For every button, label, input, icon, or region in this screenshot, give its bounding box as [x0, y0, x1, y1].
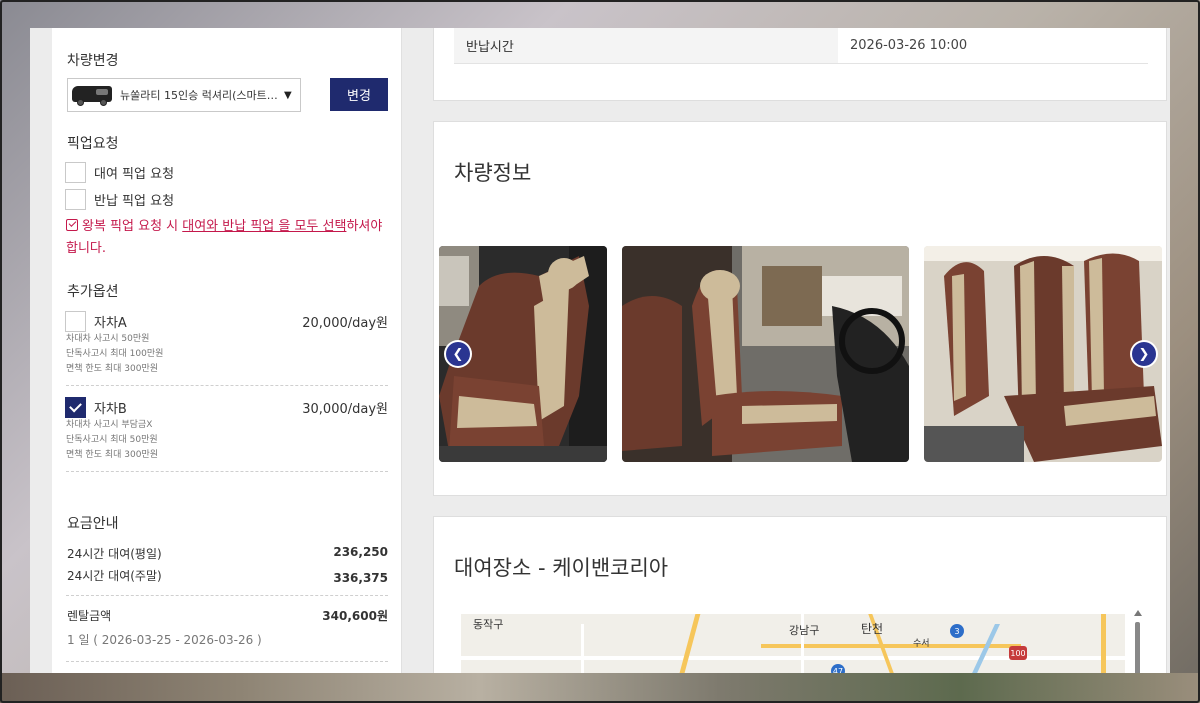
- reservation-page: 차량변경 뉴쏠라티 15인승 럭셔리(스마트… ▼ 변경 픽업요청 대여 픽업 …: [30, 28, 1170, 673]
- divider: [66, 385, 388, 386]
- carousel-prev-button[interactable]: ❮: [446, 342, 470, 366]
- divider: [66, 471, 388, 472]
- option-name: 자차A: [94, 316, 127, 331]
- fee-value: 236,250: [333, 545, 388, 559]
- map-label: 강남구: [789, 624, 820, 637]
- highway-badge: 47: [831, 664, 845, 673]
- pickup-title: 픽업요청: [67, 136, 119, 152]
- divider: [66, 661, 388, 662]
- fee-row: 24시간 대여(주말) 336,375: [67, 567, 388, 587]
- return-time-label: 반납시간: [454, 28, 838, 63]
- pickup-return-checkbox[interactable]: [65, 189, 86, 210]
- rental-period: 1 일 ( 2026-03-25 - 2026-03-26 ): [67, 633, 262, 647]
- location-title: 대여장소 - 케이밴코리아: [454, 556, 669, 580]
- vehicle-select-value: 뉴쏠라티 15인승 럭셔리(스마트…: [120, 89, 278, 102]
- option-price: 20,000/day원: [302, 316, 388, 331]
- pickup-rent-checkbox[interactable]: [65, 162, 86, 183]
- highway-badge: 3: [950, 624, 964, 638]
- fee-label: 24시간 대여(주말): [67, 569, 162, 583]
- option-name: 자차B: [94, 402, 127, 417]
- chevron-left-icon: ❮: [452, 346, 464, 362]
- map-scrollbar[interactable]: [1134, 610, 1142, 673]
- option-item: 자차B 30,000/day원 차대차 사고시 부담금X 단독사고시 최대 50…: [65, 397, 388, 463]
- option-desc-line: 차대차 사고시 50만원: [66, 334, 150, 344]
- vehicle-info-title: 차량정보: [454, 161, 532, 185]
- pickup-return-option[interactable]: 반납 픽업 요청: [65, 189, 174, 210]
- fee-label: 24시간 대여(평일): [67, 547, 162, 561]
- seat-photo-3: [924, 246, 1162, 462]
- map-label: 탄천: [861, 622, 884, 636]
- return-time-row: 반납시간 2026-03-26 10:00: [454, 28, 1148, 64]
- vehicle-change-title: 차량변경: [67, 53, 119, 69]
- extra-options-title: 추가옵션: [67, 284, 119, 300]
- option-checkbox[interactable]: [65, 397, 86, 418]
- map-label: 동작구: [473, 618, 504, 631]
- notice-emphasis: 대여와 반납 픽업 을 모두 선택: [182, 219, 347, 234]
- vehicle-photo[interactable]: [622, 246, 909, 462]
- chevron-right-icon: ❯: [1138, 346, 1150, 362]
- vehicle-photo[interactable]: [924, 246, 1162, 462]
- pickup-rent-option[interactable]: 대여 픽업 요청: [65, 162, 174, 183]
- caret-down-icon: ▼: [284, 89, 292, 101]
- option-desc-line: 단독사고시 최대 100만원: [66, 349, 164, 359]
- change-vehicle-button[interactable]: 변경: [330, 78, 388, 111]
- option-desc-line: 면책 한도 최대 300만원: [66, 364, 159, 374]
- round-trip-notice: 왕복 픽업 요청 시 대여와 반납 픽업 을 모두 선택하셔야 합니다.: [66, 219, 383, 256]
- map-label: 수서: [913, 639, 930, 649]
- seat-photo-2: [622, 246, 909, 462]
- option-desc-line: 면책 한도 최대 300만원: [66, 450, 159, 460]
- option-desc-line: 차대차 사고시 부담금X: [66, 420, 153, 430]
- option-desc-line: 단독사고시 최대 50만원: [66, 435, 158, 445]
- van-icon: [72, 84, 112, 106]
- rental-schedule-card: 반납시간 2026-03-26 10:00: [433, 28, 1167, 101]
- pickup-rent-label: 대여 픽업 요청: [94, 167, 175, 182]
- rental-location-card: 대여장소 - 케이밴코리아 동작구 강남구 탄천 수서 3 100 47: [433, 516, 1167, 673]
- booking-sidebar: 차량변경 뉴쏠라티 15인승 럭셔리(스마트… ▼ 변경 픽업요청 대여 픽업 …: [52, 28, 402, 673]
- fee-value: 336,375: [333, 571, 388, 585]
- divider: [66, 595, 388, 596]
- vehicle-select[interactable]: 뉴쏠라티 15인승 럭셔리(스마트… ▼: [67, 78, 301, 112]
- pickup-return-label: 반납 픽업 요청: [94, 194, 175, 209]
- return-time-value: 2026-03-26 10:00: [850, 37, 968, 53]
- fee-row: 24시간 대여(평일) 236,250: [67, 545, 388, 562]
- vehicle-info-card: 차량정보 ❮ ❯: [433, 121, 1167, 496]
- rental-total-label: 렌탈금액: [67, 609, 112, 623]
- option-checkbox[interactable]: [65, 311, 86, 332]
- carousel-next-button[interactable]: ❯: [1132, 342, 1156, 366]
- location-map[interactable]: 동작구 강남구 탄천 수서 3 100 47: [461, 614, 1125, 673]
- rental-total-value: 340,600원: [322, 609, 388, 623]
- option-price: 30,000/day원: [302, 402, 388, 417]
- fee-title: 요금안내: [67, 516, 119, 532]
- option-item: 자차A 20,000/day원 차대차 사고시 50만원 단독사고시 최대 10…: [65, 311, 388, 377]
- rental-total-row: 렌탈금액 340,600원: [67, 607, 388, 624]
- highway-badge: 100: [1009, 646, 1027, 660]
- check-square-icon: [66, 219, 78, 231]
- background-blur: [0, 673, 1200, 703]
